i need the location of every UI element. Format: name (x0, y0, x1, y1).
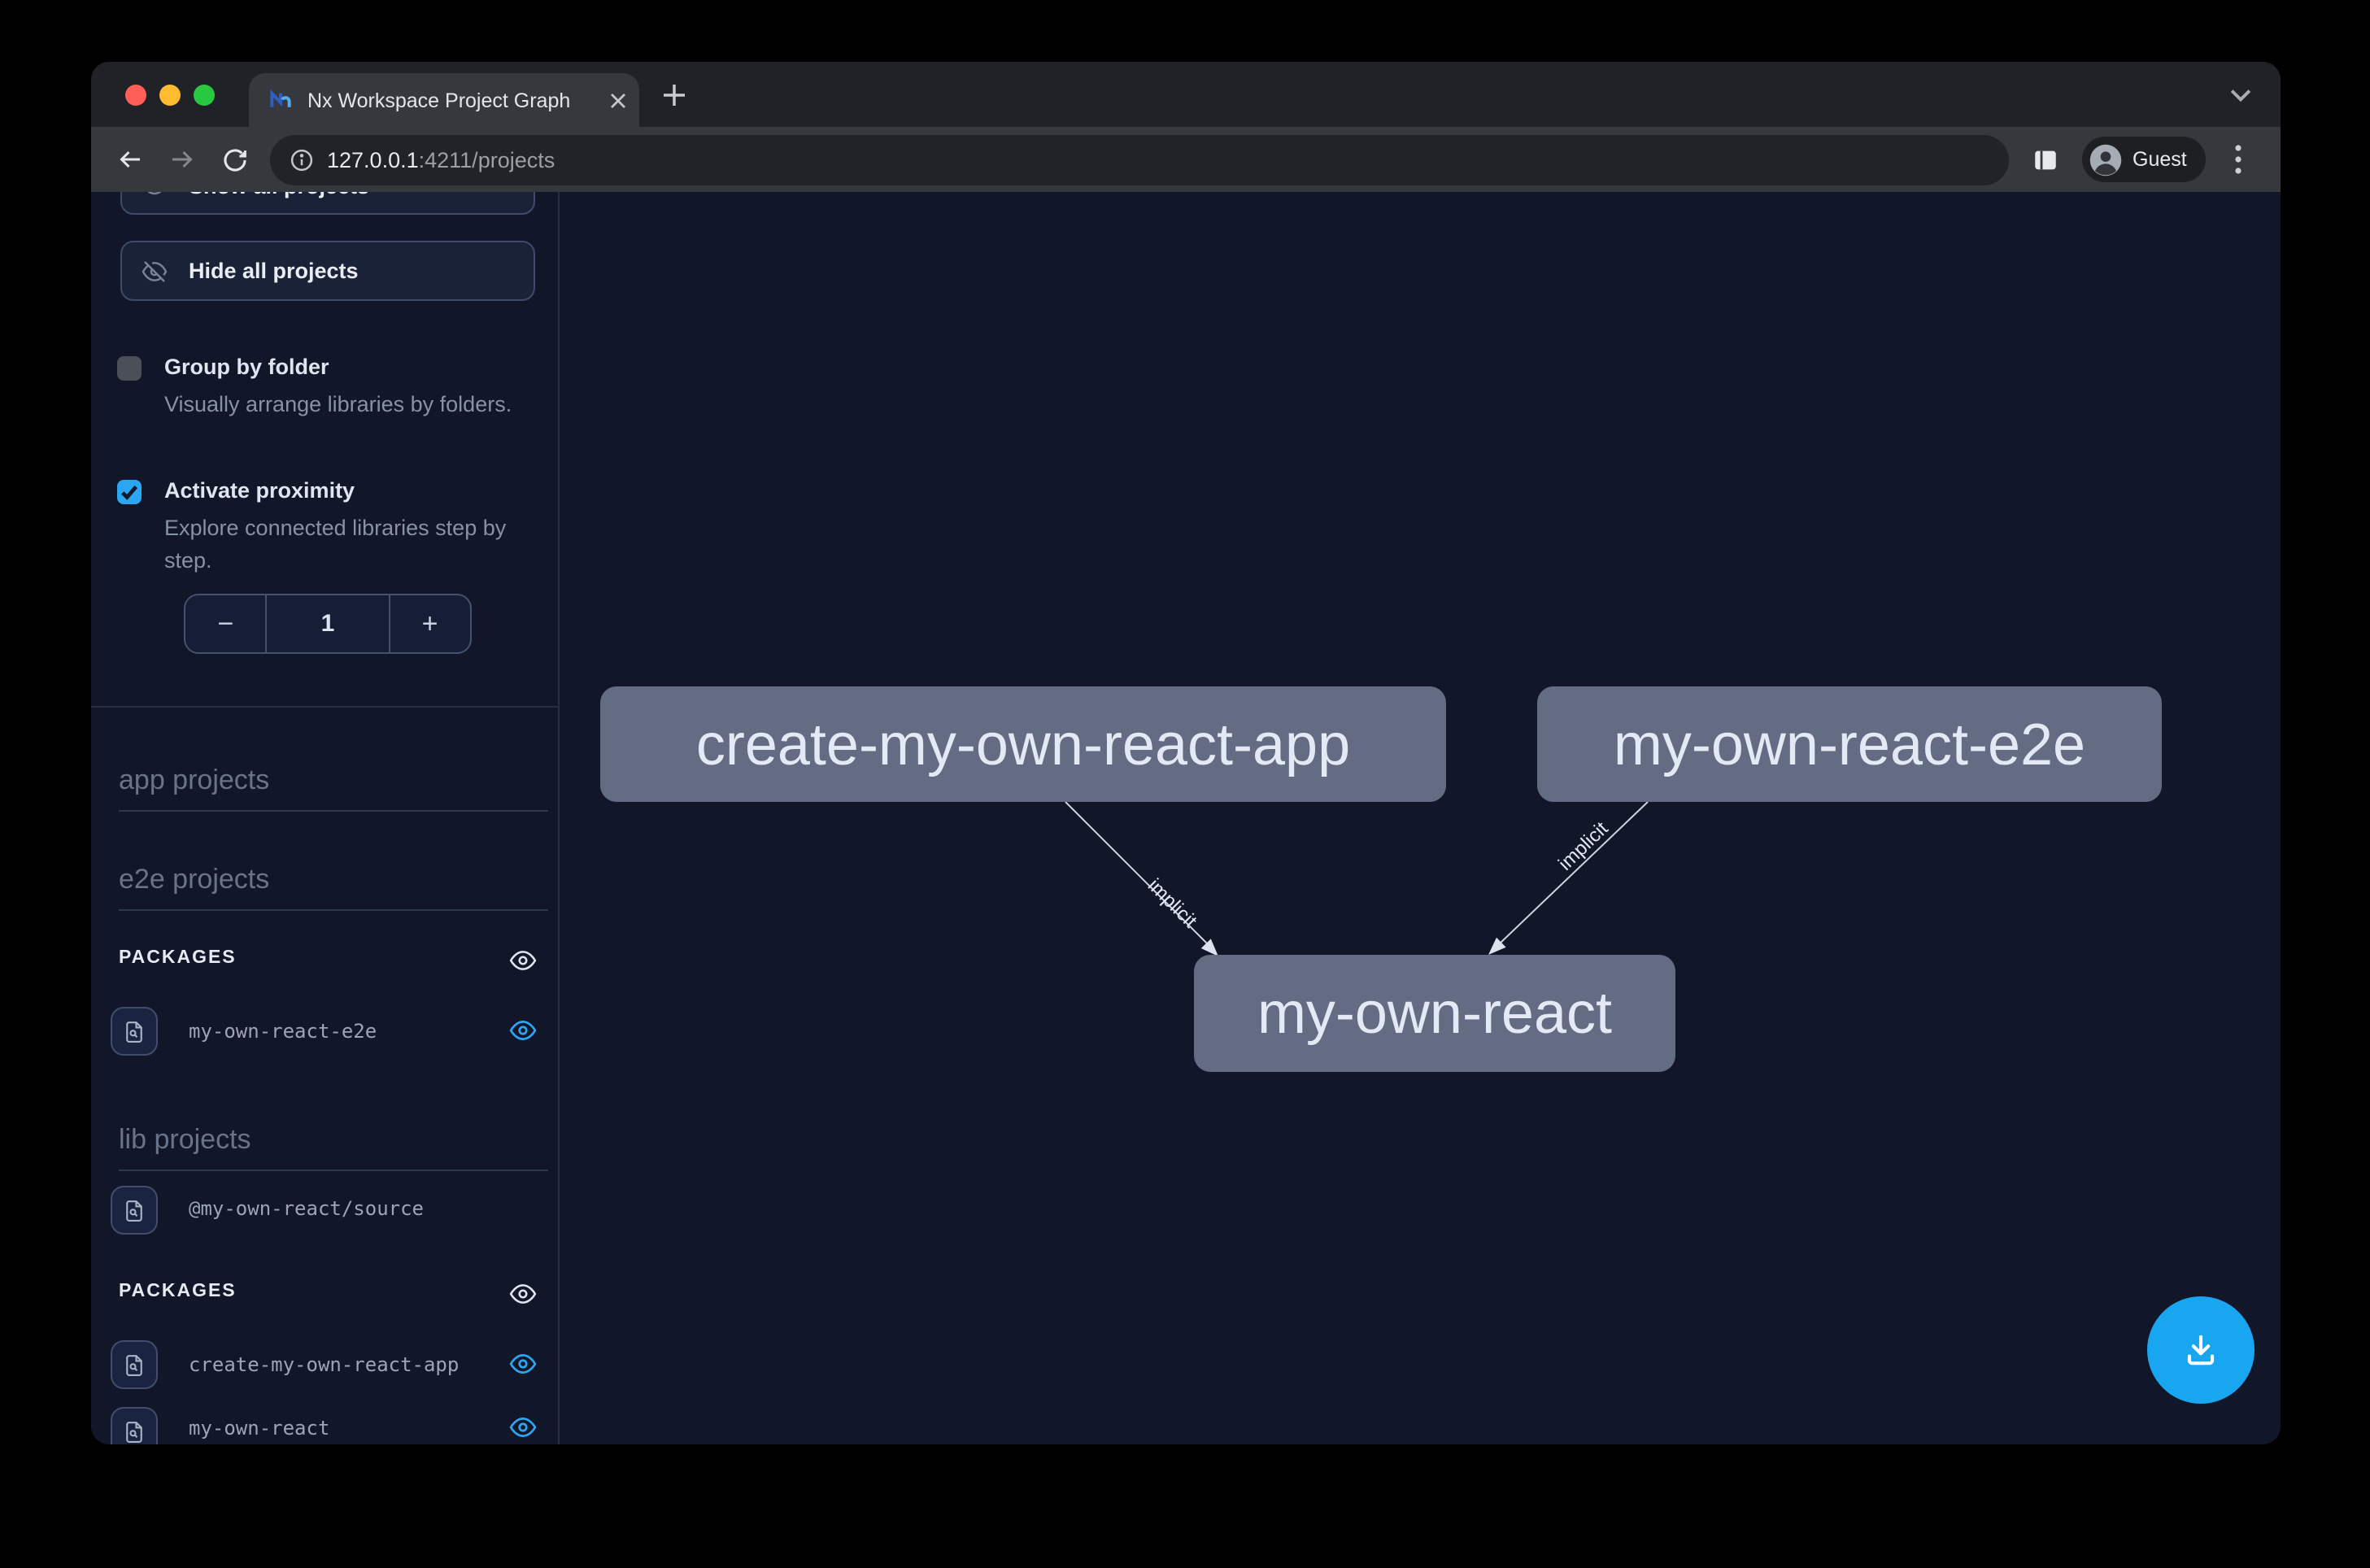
project-name[interactable]: my-own-react-e2e (189, 1020, 377, 1043)
screen: Nx Workspace Project Graph (0, 0, 2370, 1568)
download-graph-button[interactable] (2147, 1296, 2255, 1404)
url-text: 127.0.0.1:4211/projects (327, 147, 555, 172)
download-icon (2180, 1329, 2222, 1371)
project-name[interactable]: create-my-own-react-app (189, 1353, 459, 1376)
edge-implicit-2: implicit (1488, 802, 1648, 955)
project-detail-button[interactable] (111, 1340, 158, 1389)
graph-node-my-own-react[interactable]: my-own-react (1194, 955, 1675, 1072)
new-tab-button[interactable] (656, 76, 691, 112)
project-visibility-eye-icon[interactable] (509, 1017, 537, 1044)
browser-toolbar: 127.0.0.1:4211/projects Guest (91, 127, 2281, 192)
eye-off-icon (142, 258, 168, 284)
traffic-lights (125, 85, 215, 106)
lib-projects-heading: lib projects (119, 1124, 548, 1171)
graph-node-create-my-own-react-app[interactable]: create-my-own-react-app (600, 686, 1446, 802)
forward-button[interactable] (159, 137, 205, 182)
address-bar[interactable]: 127.0.0.1:4211/projects (270, 134, 2009, 185)
project-name[interactable]: my-own-react (189, 1417, 329, 1440)
group-by-folder-checkbox[interactable] (117, 356, 142, 381)
activate-proximity-label: Activate proximity (164, 478, 355, 503)
avatar-icon (2089, 142, 2123, 176)
project-detail-button[interactable] (111, 1007, 158, 1056)
profile-label: Guest (2133, 148, 2187, 171)
edge-label: implicit (1144, 874, 1201, 932)
node-label: my-own-react-e2e (1614, 710, 2085, 778)
project-visibility-eye-icon[interactable] (509, 1413, 537, 1441)
group-by-folder-label: Group by folder (164, 355, 329, 379)
reload-button[interactable] (211, 137, 257, 182)
proximity-stepper: − 1 + (184, 594, 472, 654)
back-button[interactable] (107, 137, 153, 182)
packages-e2e-visibility-eye-icon[interactable] (509, 947, 537, 974)
checkbox-checked-icon (117, 480, 142, 504)
group-by-folder-description: Visually arrange libraries by folders. (164, 389, 525, 421)
site-info-icon[interactable] (290, 147, 314, 172)
activate-proximity-checkbox[interactable] (117, 480, 142, 504)
tab-title: Nx Workspace Project Graph (307, 89, 610, 111)
packages-heading-e2e: PACKAGES (119, 948, 237, 968)
close-window-button[interactable] (125, 85, 146, 106)
project-detail-button[interactable] (111, 1407, 158, 1444)
project-name[interactable]: @my-own-react/source (189, 1197, 424, 1220)
node-label: create-my-own-react-app (696, 710, 1350, 778)
activate-proximity-description: Explore connected libraries step by step… (164, 512, 525, 577)
graph-edges: implicit implicit (561, 192, 2281, 1444)
profile-button[interactable]: Guest (2082, 137, 2207, 182)
sidebar-divider (91, 706, 558, 708)
edge-label: implicit (1554, 817, 1613, 875)
node-label: my-own-react (1257, 979, 1612, 1048)
side-panel-icon[interactable] (2024, 138, 2066, 181)
proximity-decrement-button[interactable]: − (185, 595, 266, 652)
hide-all-projects-button[interactable]: Hide all projects (120, 241, 535, 301)
e2e-projects-heading: e2e projects (119, 864, 548, 911)
project-visibility-eye-icon[interactable] (509, 1350, 537, 1378)
edge-implicit-1: implicit (1065, 802, 1218, 956)
browser-tab[interactable]: Nx Workspace Project Graph (249, 73, 639, 127)
packages-heading-lib: PACKAGES (119, 1282, 237, 1301)
nx-favicon-icon (268, 88, 293, 112)
minimize-window-button[interactable] (159, 85, 181, 106)
project-detail-button[interactable] (111, 1186, 158, 1235)
url-host: 127.0.0.1 (327, 147, 419, 172)
nx-graph-app: Show all projects Hide all projects Grou… (91, 192, 2281, 1444)
sidebar: Show all projects Hide all projects Grou… (91, 192, 560, 1444)
hide-all-projects-label: Hide all projects (189, 259, 359, 283)
show-all-projects-label: Show all projects (189, 192, 369, 198)
maximize-window-button[interactable] (194, 85, 215, 106)
proximity-value: 1 (266, 595, 390, 652)
show-all-projects-button[interactable]: Show all projects (120, 192, 535, 215)
project-graph-canvas[interactable]: implicit implicit create-my-own-react-ap… (561, 192, 2281, 1444)
graph-node-my-own-react-e2e[interactable]: my-own-react-e2e (1537, 686, 2162, 802)
checkbox-unchecked-icon (117, 356, 142, 381)
eye-icon (142, 192, 168, 198)
browser-window: Nx Workspace Project Graph (91, 62, 2281, 1444)
tab-search-chevron-icon[interactable] (2222, 76, 2258, 112)
app-projects-heading: app projects (119, 764, 548, 812)
packages-lib-visibility-eye-icon[interactable] (509, 1280, 537, 1308)
proximity-increment-button[interactable]: + (390, 595, 470, 652)
browser-menu-icon[interactable] (2220, 137, 2259, 182)
url-path: :4211/projects (419, 147, 555, 172)
tab-strip: Nx Workspace Project Graph (91, 62, 2281, 127)
tab-close-icon[interactable] (610, 92, 626, 108)
